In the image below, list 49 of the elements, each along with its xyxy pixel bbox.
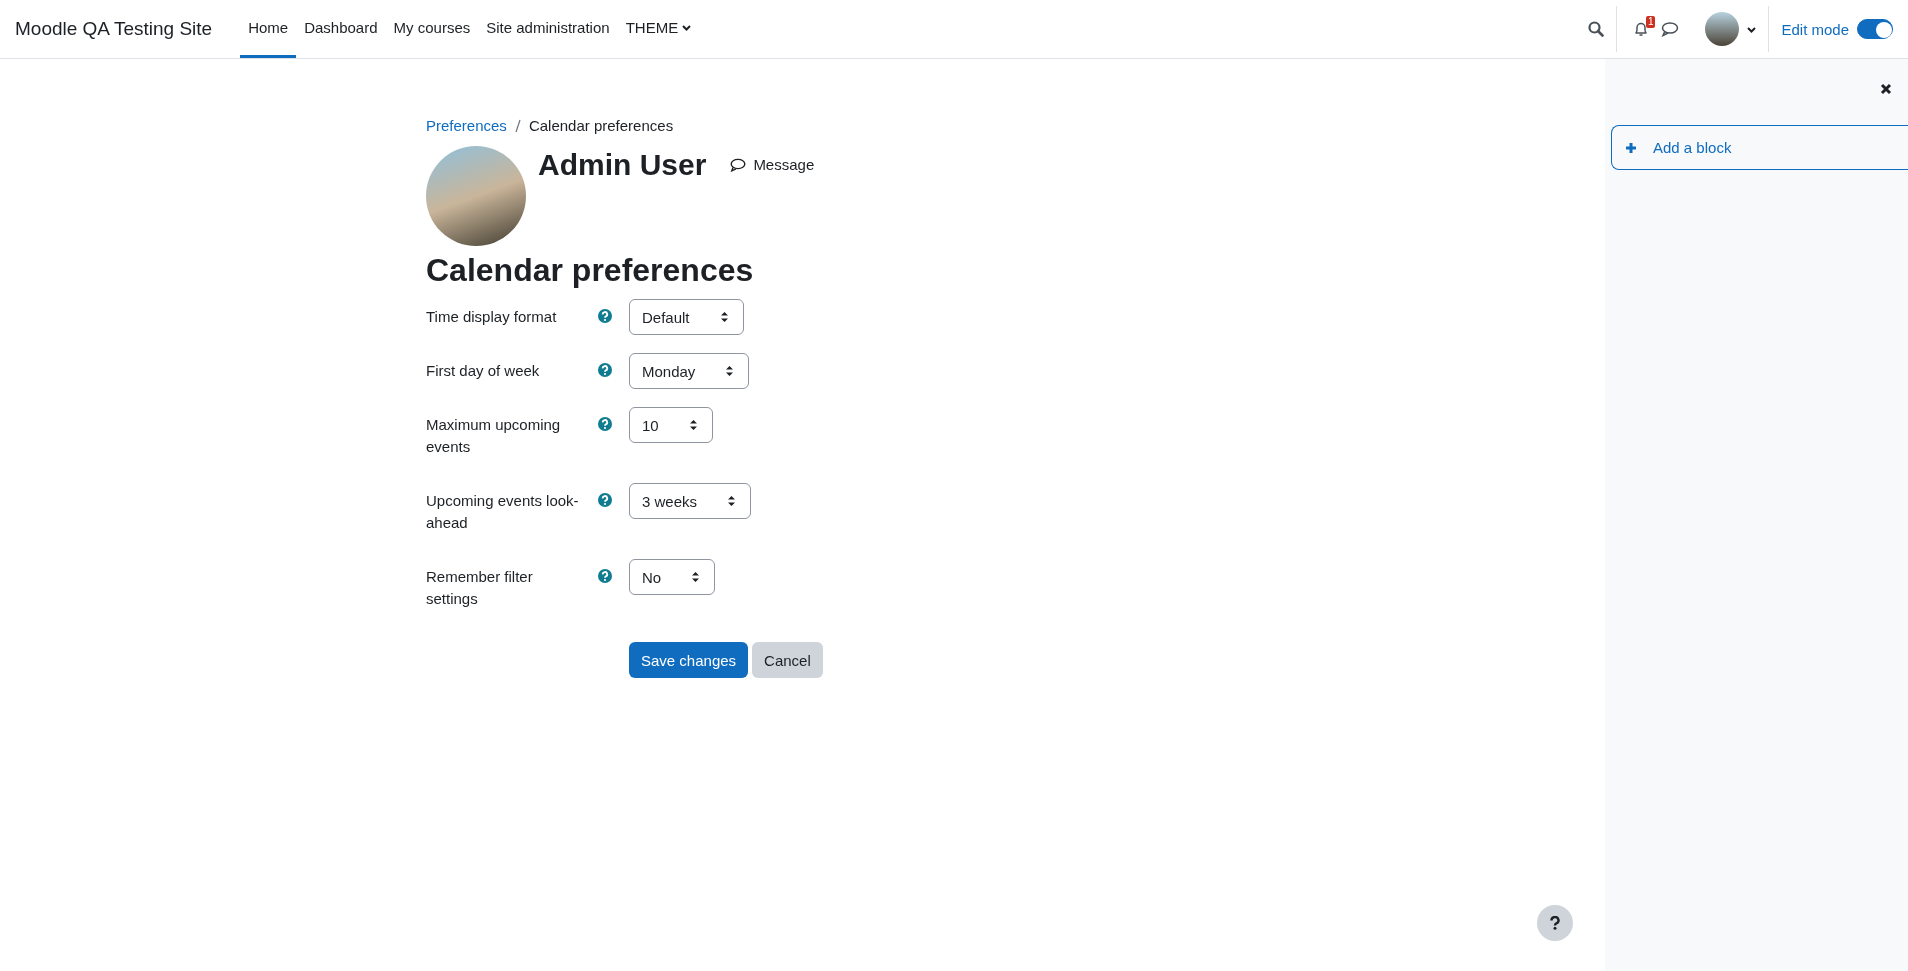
profile-name: Admin User	[538, 148, 707, 182]
select-field[interactable]: Default	[629, 299, 744, 335]
select-field[interactable]: Monday	[629, 353, 750, 389]
chat-icon	[730, 157, 747, 172]
question-icon	[1550, 916, 1560, 930]
help-icon[interactable]	[598, 569, 612, 583]
nav-link[interactable]: My courses	[385, 0, 479, 58]
help-icon[interactable]	[598, 309, 612, 323]
up-down-icon	[727, 495, 737, 507]
caret-icon	[682, 24, 692, 31]
page-heading: Calendar preferences	[426, 252, 755, 289]
help-icon[interactable]	[598, 417, 612, 431]
page-help-button[interactable]	[1537, 905, 1573, 941]
up-down-icon	[688, 419, 698, 431]
chat-icon[interactable]	[1661, 21, 1680, 37]
bell-icon[interactable]	[1633, 21, 1650, 37]
plus-icon	[1625, 141, 1637, 154]
nav-link[interactable]: Site administration	[478, 0, 618, 58]
caret-icon[interactable]	[1747, 25, 1757, 33]
up-down-icon	[719, 311, 729, 323]
field-label: Time display format	[426, 307, 558, 327]
edit-mode-label: Edit mode	[1781, 20, 1849, 38]
field-label: Maximum upcoming events	[426, 415, 562, 457]
select-field[interactable]: 10	[629, 407, 713, 443]
user-avatar[interactable]	[1705, 12, 1740, 46]
nav-link[interactable]: Home	[240, 0, 297, 58]
site-name: Moodle QA Testing Site	[15, 18, 213, 40]
message-link[interactable]: Message	[730, 156, 815, 173]
search-icon[interactable]	[1588, 21, 1605, 37]
field-label: Remember filter settings	[426, 567, 534, 609]
close-icon	[1880, 83, 1892, 95]
cancel-button[interactable]: Cancel	[752, 642, 823, 678]
up-down-icon	[725, 365, 735, 377]
edit-mode-toggle[interactable]	[1857, 19, 1893, 39]
select-field[interactable]: 3 weeks	[629, 483, 752, 519]
nav-link[interactable]: THEME	[617, 0, 700, 58]
notification-count: 1	[1645, 16, 1656, 28]
field-label: First day of week	[426, 361, 541, 381]
add-block-button[interactable]: Add a block	[1611, 125, 1908, 170]
help-icon[interactable]	[598, 363, 612, 377]
breadcrumb-link[interactable]: Preferences	[426, 117, 507, 134]
field-label: Upcoming events look-ahead	[426, 491, 580, 533]
select-field[interactable]: No	[629, 559, 716, 595]
up-down-icon	[691, 571, 701, 583]
help-icon[interactable]	[598, 493, 612, 507]
nav-link[interactable]: Dashboard	[296, 0, 386, 58]
breadcrumb-current: Calendar preferences	[528, 117, 674, 134]
breadcrumb-separator-icon	[514, 118, 521, 133]
save-button[interactable]: Save changes	[629, 642, 749, 678]
